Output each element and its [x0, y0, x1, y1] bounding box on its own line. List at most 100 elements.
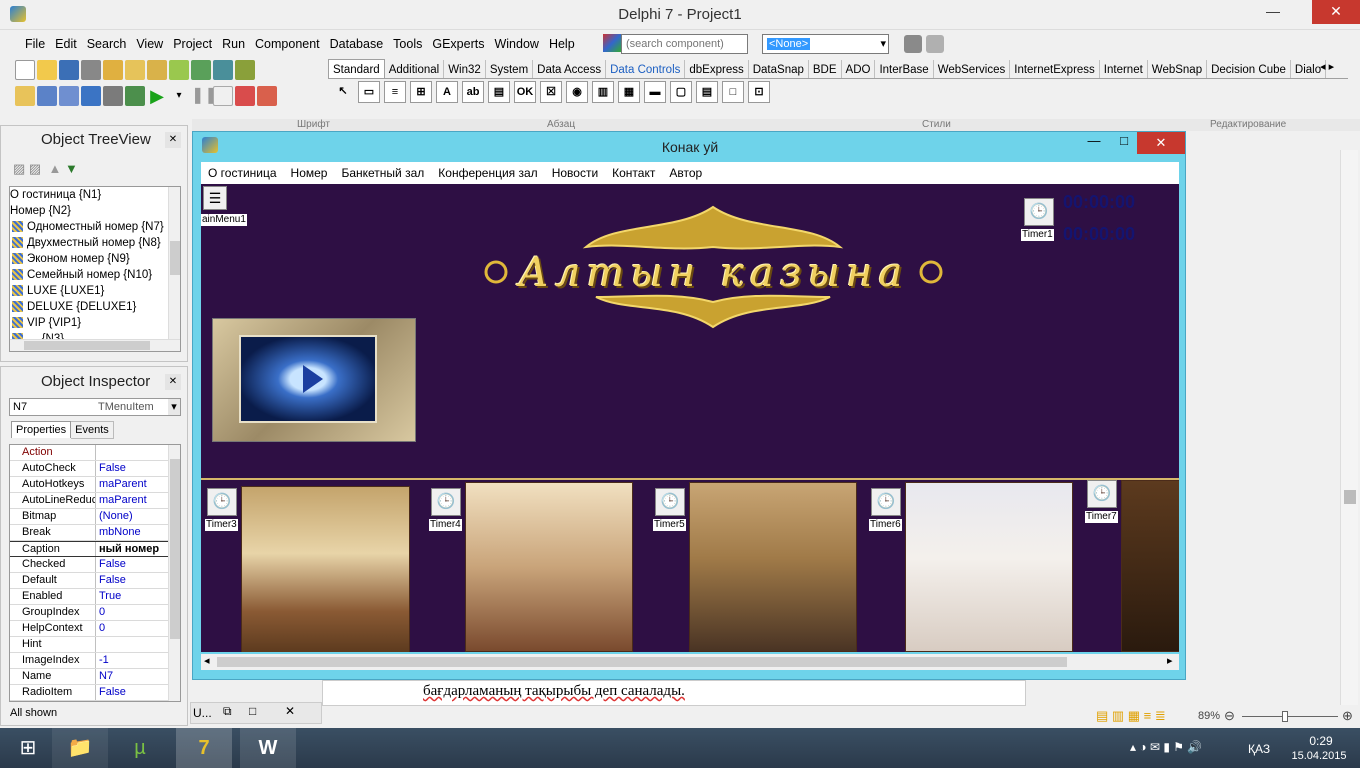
- treeview-hscroll[interactable]: [10, 339, 180, 351]
- palette-component-icon[interactable]: ▬: [644, 81, 666, 103]
- close-button[interactable]: ✕: [1312, 0, 1360, 24]
- palette-component-icon[interactable]: ↖: [332, 81, 354, 103]
- inspector-row[interactable]: ImageIndex -1: [10, 653, 180, 669]
- toggle-form-icon[interactable]: [59, 86, 79, 106]
- minimize-button[interactable]: —: [1250, 0, 1296, 24]
- menu-database[interactable]: Database: [325, 30, 389, 58]
- tray-icons[interactable]: ▴ ◑ ✉ ▮ ⚑ 🔊: [1130, 740, 1202, 754]
- palette-component-icon[interactable]: ▥: [592, 81, 614, 103]
- inspector-row[interactable]: Hint: [10, 637, 180, 653]
- view-unit-icon[interactable]: [15, 86, 35, 106]
- desktop-set-icon[interactable]: [926, 35, 944, 53]
- utorrent-icon[interactable]: µ: [112, 728, 168, 768]
- tree-item[interactable]: О гостиница {N1}: [10, 187, 180, 203]
- run-config-icon[interactable]: [103, 86, 123, 106]
- menu-view[interactable]: View: [131, 30, 168, 58]
- tree-item[interactable]: Эконом номер {N9}: [10, 251, 180, 267]
- desktop-save-icon[interactable]: [904, 35, 922, 53]
- timer7-icon[interactable]: 🕒: [1087, 480, 1117, 508]
- tree-item[interactable]: VIP {VIP1}: [10, 315, 180, 331]
- video-image[interactable]: [212, 318, 416, 442]
- compile-icon[interactable]: [125, 86, 145, 106]
- help-contents-icon[interactable]: [213, 60, 233, 80]
- save-icon[interactable]: [59, 60, 79, 80]
- form-menu-item[interactable]: Конференция зал: [431, 162, 544, 184]
- treeview-list[interactable]: О гостиница {N1} Номер {N2} Одноместный но…: [9, 186, 181, 352]
- timer1-icon[interactable]: 🕒: [1024, 198, 1054, 226]
- menu-edit[interactable]: Edit: [50, 30, 82, 58]
- palette-component-icon[interactable]: □: [722, 81, 744, 103]
- form-menu-item[interactable]: Банкетный зал: [334, 162, 431, 184]
- palette-tab-data-access[interactable]: Data Access: [533, 60, 607, 78]
- word-taskbar-icon[interactable]: W: [240, 728, 296, 768]
- inspector-row[interactable]: GroupIndex 0: [10, 605, 180, 621]
- form-minimize-icon[interactable]: —: [1081, 133, 1107, 155]
- timer4-icon[interactable]: 🕒: [431, 488, 461, 516]
- form-menu-item[interactable]: Новости: [545, 162, 605, 184]
- menu-gexperts[interactable]: GExperts: [427, 30, 489, 58]
- inspector-row[interactable]: AutoCheck False: [10, 461, 180, 477]
- palette-tab-websnap[interactable]: WebSnap: [1148, 60, 1208, 78]
- form-menu-item[interactable]: Автор: [662, 162, 709, 184]
- check-icon[interactable]: [169, 60, 189, 80]
- palette-tab-interbase[interactable]: InterBase: [875, 60, 934, 78]
- inspector-row[interactable]: RadioItem False: [10, 685, 180, 701]
- inspector-row[interactable]: Default False: [10, 573, 180, 589]
- inspector-row[interactable]: Action: [10, 445, 180, 461]
- form-menu-item[interactable]: Номер: [284, 162, 335, 184]
- inspector-row[interactable]: Caption ный номер: [10, 541, 180, 557]
- palette-tab-internet[interactable]: Internet: [1100, 60, 1148, 78]
- palette-scroll-icon[interactable]: ◂ ▸: [1320, 60, 1350, 78]
- file-explorer-icon[interactable]: 📁: [52, 728, 108, 768]
- palette-component-icon[interactable]: ab: [462, 81, 484, 103]
- start-windows-icon[interactable]: ⊞: [0, 728, 56, 768]
- menu-file[interactable]: File: [20, 30, 50, 58]
- add-file-icon[interactable]: [125, 60, 145, 80]
- palette-tab-additional[interactable]: Additional: [385, 60, 445, 78]
- open-project-icon[interactable]: [103, 60, 123, 80]
- help-book-icon[interactable]: [191, 60, 211, 80]
- save-all-icon[interactable]: [81, 60, 101, 80]
- form-maximize-icon[interactable]: □: [1111, 133, 1137, 155]
- inspector-row[interactable]: Checked False: [10, 557, 180, 573]
- tree-item[interactable]: Семейный номер {N10}: [10, 267, 180, 283]
- new-item-icon[interactable]: ▨: [13, 161, 25, 176]
- palette-component-icon[interactable]: ◉: [566, 81, 588, 103]
- open-icon[interactable]: [37, 60, 57, 80]
- tab-properties[interactable]: Properties: [11, 421, 72, 438]
- new-icon[interactable]: [15, 60, 35, 80]
- tree-item[interactable]: DELUXE {DELUXE1}: [10, 299, 180, 315]
- menu-window[interactable]: Window: [489, 30, 543, 58]
- palette-tab-system[interactable]: System: [486, 60, 534, 78]
- treeview-close-icon[interactable]: ✕: [165, 132, 181, 148]
- tree-item[interactable]: Одноместный номер {N7}: [10, 219, 180, 235]
- inspector-vscroll[interactable]: [168, 445, 180, 701]
- menu-tools[interactable]: Tools: [388, 30, 427, 58]
- palette-tab-decision-cube[interactable]: Decision Cube: [1207, 60, 1291, 78]
- palette-component-icon[interactable]: ▢: [670, 81, 692, 103]
- palette-component-icon[interactable]: A: [436, 81, 458, 103]
- run-icon[interactable]: ▶: [147, 86, 167, 106]
- palette-tab-datasnap[interactable]: DataSnap: [749, 60, 809, 78]
- palette-component-icon[interactable]: ▤: [696, 81, 718, 103]
- inspector-row[interactable]: Name N7: [10, 669, 180, 685]
- new-form-icon[interactable]: [81, 86, 101, 106]
- palette-component-icon[interactable]: ☒: [540, 81, 562, 103]
- form-menu-item[interactable]: Контакт: [605, 162, 662, 184]
- timer3-icon[interactable]: 🕒: [207, 488, 237, 516]
- tree-item[interactable]: LUXE {LUXE1}: [10, 283, 180, 299]
- form-close-button[interactable]: ✕: [1137, 132, 1185, 154]
- menu-run[interactable]: Run: [217, 30, 250, 58]
- move-down-icon[interactable]: ▼: [65, 161, 78, 176]
- zoom-slider[interactable]: [1242, 711, 1338, 722]
- zoom-out-icon[interactable]: ⊖: [1224, 708, 1235, 724]
- tray-time[interactable]: 0:29: [1296, 734, 1346, 748]
- language-indicator[interactable]: ҚАЗ: [1248, 742, 1270, 756]
- zoom-in-icon[interactable]: ⊕: [1342, 708, 1353, 724]
- palette-tab-win32[interactable]: Win32: [444, 60, 486, 78]
- word-vscroll[interactable]: [1340, 150, 1358, 705]
- palette-tab-bde[interactable]: BDE: [809, 60, 842, 78]
- timer5-icon[interactable]: 🕒: [655, 488, 685, 516]
- move-up-icon[interactable]: ▲: [48, 161, 61, 176]
- trace-into-icon[interactable]: [213, 86, 233, 106]
